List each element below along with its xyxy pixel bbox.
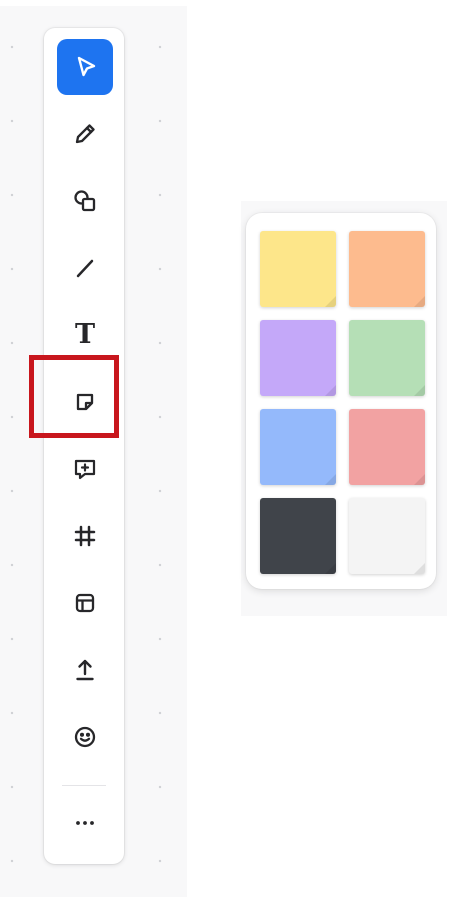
comment-add-icon <box>70 454 100 484</box>
vertical-toolbar: T <box>44 28 124 864</box>
sticky-note-icon <box>70 387 100 417</box>
pencil-icon <box>70 119 100 149</box>
frame-icon <box>70 521 100 551</box>
tool-text[interactable]: T <box>57 307 113 363</box>
sticky-color-swatch[interactable] <box>260 409 336 485</box>
sticky-color-swatch[interactable] <box>349 498 425 574</box>
tool-pen[interactable] <box>57 106 113 162</box>
line-icon <box>70 253 100 283</box>
cursor-arrow-icon <box>70 52 100 82</box>
tool-emoji[interactable] <box>57 709 113 765</box>
sticky-color-swatch[interactable] <box>260 231 336 307</box>
toolbar-divider <box>62 785 106 786</box>
tool-template[interactable] <box>57 575 113 631</box>
tool-shapes[interactable] <box>57 173 113 229</box>
layout-template-icon <box>70 588 100 618</box>
tool-comment[interactable] <box>57 441 113 497</box>
sticky-color-swatch[interactable] <box>349 320 425 396</box>
smiley-face-icon <box>70 722 100 752</box>
tool-select[interactable] <box>57 39 113 95</box>
sticky-color-swatch[interactable] <box>349 231 425 307</box>
tool-frame[interactable] <box>57 508 113 564</box>
tool-upload[interactable] <box>57 642 113 698</box>
upload-icon <box>70 655 100 685</box>
tool-line[interactable] <box>57 240 113 296</box>
sticky-note-color-picker <box>246 213 436 589</box>
sticky-color-swatch[interactable] <box>260 320 336 396</box>
text-icon: T <box>74 319 96 350</box>
more-dots-icon <box>70 808 100 838</box>
sticky-color-swatch[interactable] <box>260 498 336 574</box>
tool-more[interactable] <box>57 795 113 851</box>
tool-sticky-note[interactable] <box>57 374 113 430</box>
sticky-color-swatch[interactable] <box>349 409 425 485</box>
shapes-icon <box>70 186 100 216</box>
